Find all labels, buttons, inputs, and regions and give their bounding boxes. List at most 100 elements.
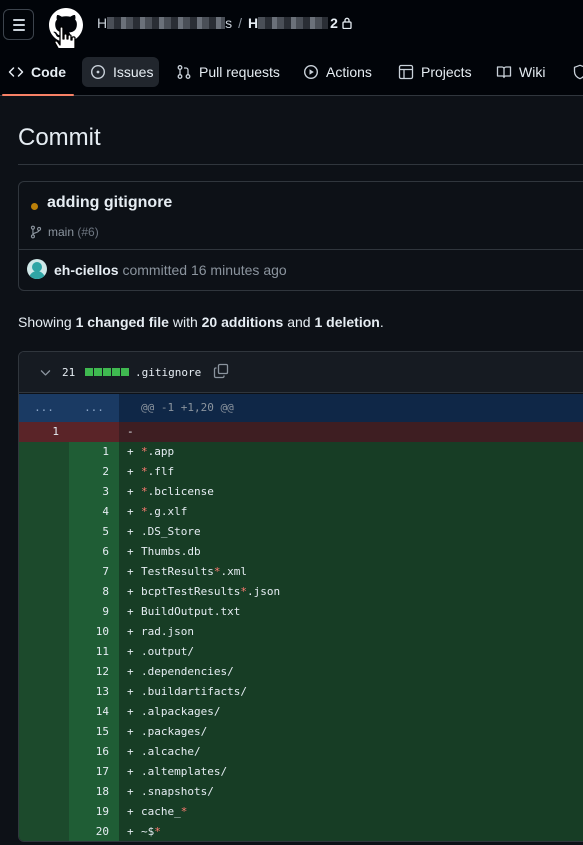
old-line-number[interactable]: 1 (19, 422, 69, 442)
old-line-number[interactable] (19, 562, 69, 582)
new-line-number[interactable]: 10 (69, 622, 119, 642)
new-line-number[interactable]: 6 (69, 542, 119, 562)
old-line-number[interactable] (19, 582, 69, 602)
added-line: 16 + .alcache/ (19, 742, 583, 762)
code-text: *.app (141, 445, 175, 458)
new-line-number[interactable] (69, 422, 119, 442)
new-line-number[interactable]: 1 (69, 442, 119, 462)
issue-opened-icon (90, 64, 106, 80)
repo-link[interactable]: H (248, 15, 258, 31)
tab-label: Code (31, 64, 66, 80)
old-line-number[interactable] (19, 642, 69, 662)
play-icon (303, 64, 319, 80)
added-line: 5 + .DS_Store (19, 522, 583, 542)
tab-pull-requests[interactable]: Pull requests (176, 57, 280, 87)
new-line-number[interactable]: 12 (69, 662, 119, 682)
old-line-number[interactable] (19, 782, 69, 802)
chevron-down-icon[interactable] (39, 366, 52, 379)
hamburger-line (12, 23, 25, 26)
code-text: Thumbs.db (141, 545, 201, 558)
old-line-number[interactable] (19, 502, 69, 522)
code-text: ~$* (141, 825, 161, 838)
old-line-number[interactable] (19, 542, 69, 562)
lock-icon (342, 17, 352, 29)
commit-message: adding gitignore (47, 194, 173, 211)
new-line-number[interactable]: 2 (69, 462, 119, 482)
old-line-number[interactable] (19, 822, 69, 841)
commit-status-dot[interactable] (31, 203, 38, 210)
added-line: 18 + .snapshots/ (19, 782, 583, 802)
changed-files-count: 1 changed file (75, 314, 169, 330)
new-line-number[interactable]: 7 (69, 562, 119, 582)
new-line-number[interactable]: 5 (69, 522, 119, 542)
file-name-link[interactable]: .gitignore (135, 366, 201, 379)
diffstat-block (121, 368, 129, 376)
diffstat-block (112, 368, 120, 376)
old-line-number[interactable] (19, 482, 69, 502)
new-line-number[interactable]: 9 (69, 602, 119, 622)
old-line-number[interactable] (19, 462, 69, 482)
added-line: 1 + *.app (19, 442, 583, 462)
git-pull-request-icon (177, 65, 191, 79)
old-line-number[interactable] (19, 522, 69, 542)
old-line-number[interactable] (19, 442, 69, 462)
new-line-number[interactable]: 20 (69, 822, 119, 841)
active-tab-indicator (2, 94, 74, 96)
diff-marker: + (127, 485, 134, 498)
old-line-number[interactable] (19, 722, 69, 742)
owner-link-suffix[interactable]: s (225, 15, 232, 31)
tab-security[interactable] (572, 57, 583, 87)
expand-down-button[interactable]: ... (69, 394, 119, 422)
tab-projects[interactable]: Projects (398, 57, 472, 87)
new-line-number[interactable]: 3 (69, 482, 119, 502)
menu-button[interactable] (3, 9, 34, 40)
tab-code[interactable]: Code (8, 57, 66, 87)
avatar[interactable] (27, 259, 47, 279)
diff-marker: + (127, 725, 134, 738)
new-line-number[interactable]: 18 (69, 782, 119, 802)
new-line-number[interactable]: 13 (69, 682, 119, 702)
owner-link[interactable]: H (97, 15, 107, 31)
new-line-number[interactable]: 14 (69, 702, 119, 722)
old-line-number[interactable] (19, 682, 69, 702)
pr-link[interactable]: (#6) (77, 225, 98, 239)
old-line-number[interactable] (19, 702, 69, 722)
branch-link[interactable]: main (48, 225, 74, 239)
expand-up-button[interactable]: ... (19, 394, 69, 422)
added-line: 17 + .altemplates/ (19, 762, 583, 782)
repo-nav: Code Issues Pull requests Actions Projec… (0, 48, 583, 96)
new-line-number[interactable]: 4 (69, 502, 119, 522)
tab-wiki[interactable]: Wiki (496, 57, 545, 87)
old-line-number[interactable] (19, 622, 69, 642)
new-line-number[interactable]: 19 (69, 802, 119, 822)
new-line-number[interactable]: 16 (69, 742, 119, 762)
diff-marker: + (127, 445, 134, 458)
summary-text: with (172, 314, 198, 330)
new-line-number[interactable]: 11 (69, 642, 119, 662)
old-line-number[interactable] (19, 742, 69, 762)
tab-label: Actions (326, 64, 372, 80)
tab-actions[interactable]: Actions (303, 57, 372, 87)
code-text: BuildOutput.txt (141, 605, 241, 618)
old-line-number[interactable] (19, 802, 69, 822)
tab-issues[interactable]: Issues (82, 57, 159, 87)
added-line: 8 + bcptTestResults*.json (19, 582, 583, 602)
diff-marker: + (127, 525, 134, 538)
tab-label: Pull requests (199, 64, 280, 80)
diff-marker: + (127, 585, 134, 598)
old-line-number[interactable] (19, 762, 69, 782)
diffstat (85, 368, 129, 376)
code-text: *.bclicense (141, 485, 214, 498)
new-line-number[interactable]: 8 (69, 582, 119, 602)
change-count: 21 (62, 366, 76, 379)
new-line-number[interactable]: 15 (69, 722, 119, 742)
repo-link-suffix[interactable]: 2 (330, 15, 338, 31)
copy-icon[interactable] (213, 363, 229, 379)
new-line-number[interactable]: 17 (69, 762, 119, 782)
breadcrumb: H s / H 2 (97, 15, 352, 31)
author-link[interactable]: eh-ciellos (54, 262, 119, 278)
old-line-number[interactable] (19, 602, 69, 622)
added-line: 4 + *.g.xlf (19, 502, 583, 522)
page-title: Commit (18, 124, 101, 151)
old-line-number[interactable] (19, 662, 69, 682)
